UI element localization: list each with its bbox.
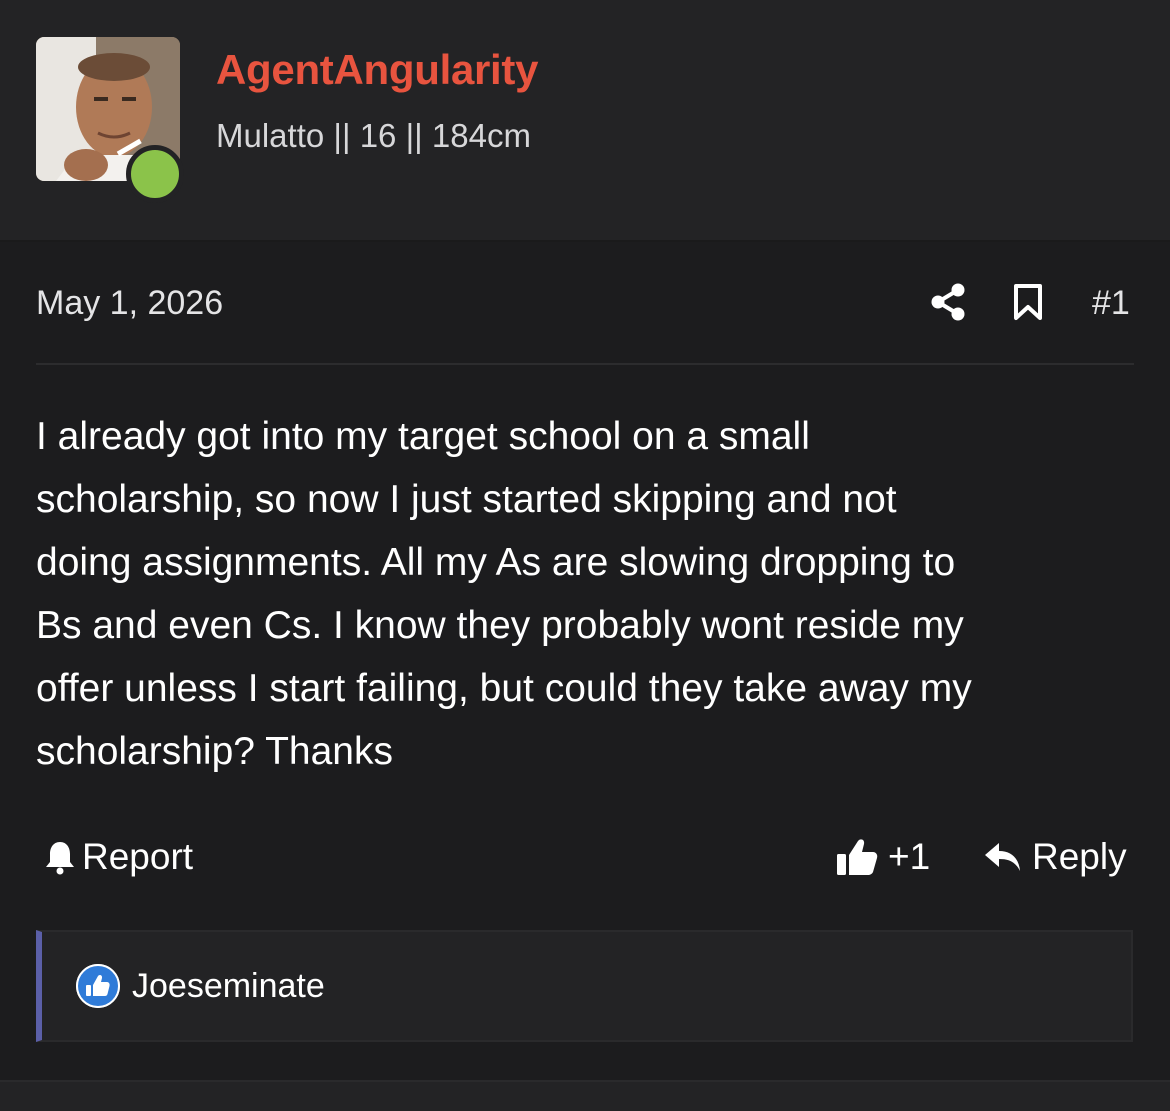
post-date[interactable]: May 1, 2026 bbox=[36, 284, 223, 323]
next-post-edge bbox=[0, 1080, 1170, 1111]
share-icon[interactable] bbox=[930, 283, 966, 321]
reply-label: Reply bbox=[1032, 836, 1127, 877]
reply-arrow-icon bbox=[985, 843, 1020, 871]
like-count: +1 bbox=[888, 836, 931, 877]
reply-button[interactable]: Reply bbox=[984, 836, 1127, 878]
post-message-body: I already got into my target school on a… bbox=[36, 405, 1146, 783]
post-meta-divider bbox=[36, 363, 1134, 365]
post-text-line: scholarship? Thanks bbox=[36, 730, 393, 773]
reaction-user-link[interactable]: Joeseminate bbox=[132, 967, 325, 1006]
bell-icon bbox=[46, 842, 74, 875]
post-text-line: offer unless I start failing, but could … bbox=[36, 667, 972, 710]
post-text-line: I already got into my target school on a… bbox=[36, 415, 810, 458]
bookmark-icon[interactable] bbox=[1013, 283, 1043, 321]
report-label: Report bbox=[82, 836, 194, 877]
author-user-title: Mulatto || 16 || 184cm bbox=[216, 117, 531, 154]
post-number-link[interactable]: #1 bbox=[1092, 284, 1130, 323]
report-button[interactable]: Report bbox=[44, 836, 193, 878]
post-text-line: scholarship, so now I just started skipp… bbox=[36, 478, 897, 521]
post-text-line: Bs and even Cs. I know they probably won… bbox=[36, 604, 964, 647]
author-username[interactable]: AgentAngularity bbox=[216, 46, 538, 94]
thumbs-up-icon bbox=[837, 839, 878, 875]
reactions-bar[interactable]: Joeseminate bbox=[36, 930, 1133, 1042]
post-text-line: doing assignments. All my As are slowing… bbox=[36, 541, 956, 584]
post-author-header: AgentAngularity Mulatto || 16 || 184cm bbox=[0, 0, 1170, 242]
like-reaction-icon bbox=[76, 964, 120, 1008]
thumbs-up-reaction-icon bbox=[76, 964, 120, 1008]
like-button[interactable]: +1 bbox=[836, 836, 930, 878]
online-status-indicator bbox=[126, 145, 184, 203]
